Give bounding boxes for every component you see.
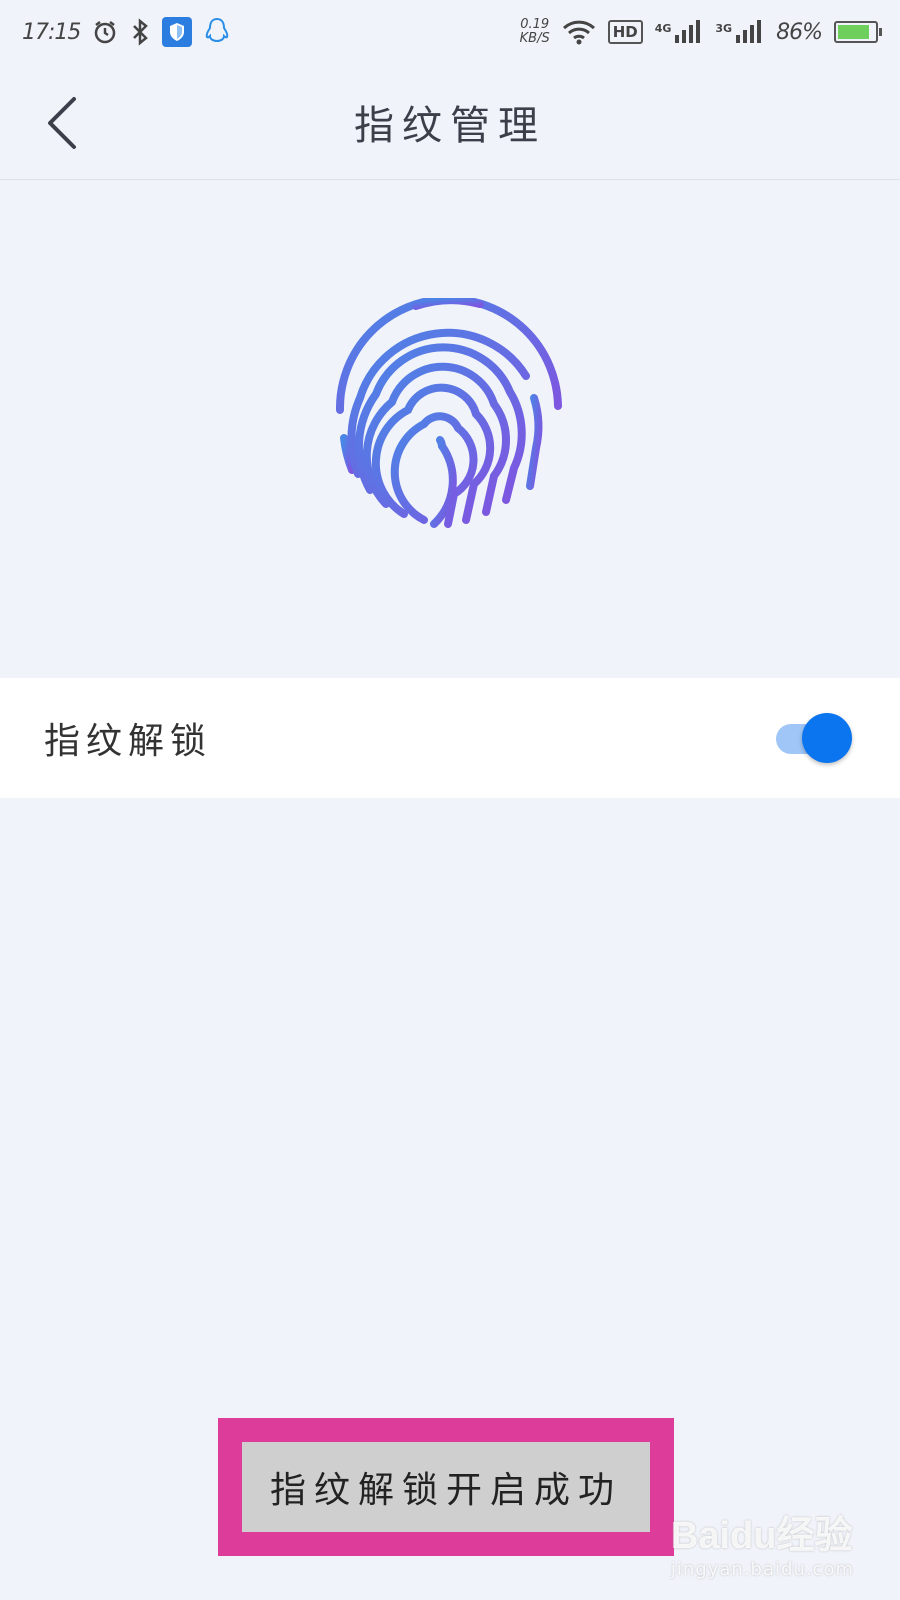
fingerprint-unlock-toggle[interactable] <box>772 713 852 763</box>
battery-level-fill <box>838 25 869 39</box>
fingerprint-icon <box>335 295 562 528</box>
signal-1-icon <box>673 19 703 45</box>
network-speed-unit: KB/S <box>519 31 550 46</box>
bluetooth-icon <box>130 18 150 46</box>
alarm-icon <box>92 19 118 45</box>
baidu-watermark: Baidu经验 jingyan.baidu.com <box>671 1504 854 1580</box>
status-bar-right: 0.19 KB/S HD 4G 3G 86% <box>520 18 882 46</box>
battery-icon <box>834 21 882 43</box>
hd-badge: HD <box>607 20 643 44</box>
page-title: 指纹管理 <box>354 103 546 149</box>
signal-1-label: 4G <box>654 22 672 35</box>
security-shield-icon <box>162 17 193 47</box>
fingerprint-unlock-row[interactable]: 指纹解锁 <box>0 678 900 798</box>
toggle-knob <box>802 713 852 763</box>
toast-highlight-frame: 指纹解锁开启成功 <box>218 1418 674 1556</box>
watermark-url: jingyan.baidu.com <box>670 1559 854 1580</box>
status-bar-left: 17:15 <box>22 17 230 47</box>
network-speed-value: 0.19 <box>520 17 550 32</box>
signal-2-icon <box>734 19 764 45</box>
watermark-logo: Baidu经验 <box>670 1515 853 1557</box>
battery-percent: 86% <box>776 19 823 45</box>
status-bar: 17:15 0.19 KB/S HD 4G 3G 86% <box>0 0 900 64</box>
status-time: 17:15 <box>22 19 81 45</box>
fingerprint-unlock-label: 指纹解锁 <box>44 721 213 762</box>
app-header: 指纹管理 <box>0 64 900 180</box>
wifi-icon <box>562 19 596 45</box>
qq-penguin-icon <box>204 17 230 47</box>
toast-message: 指纹解锁开启成功 <box>242 1442 650 1532</box>
fingerprint-illustration <box>330 295 564 532</box>
fingerprint-management-screen: 17:15 0.19 KB/S HD 4G 3G 86% 指纹管理 指纹解锁 指… <box>0 0 900 1600</box>
signal-2-label: 3G <box>715 22 733 35</box>
network-speed: 0.19 KB/S <box>520 18 550 46</box>
